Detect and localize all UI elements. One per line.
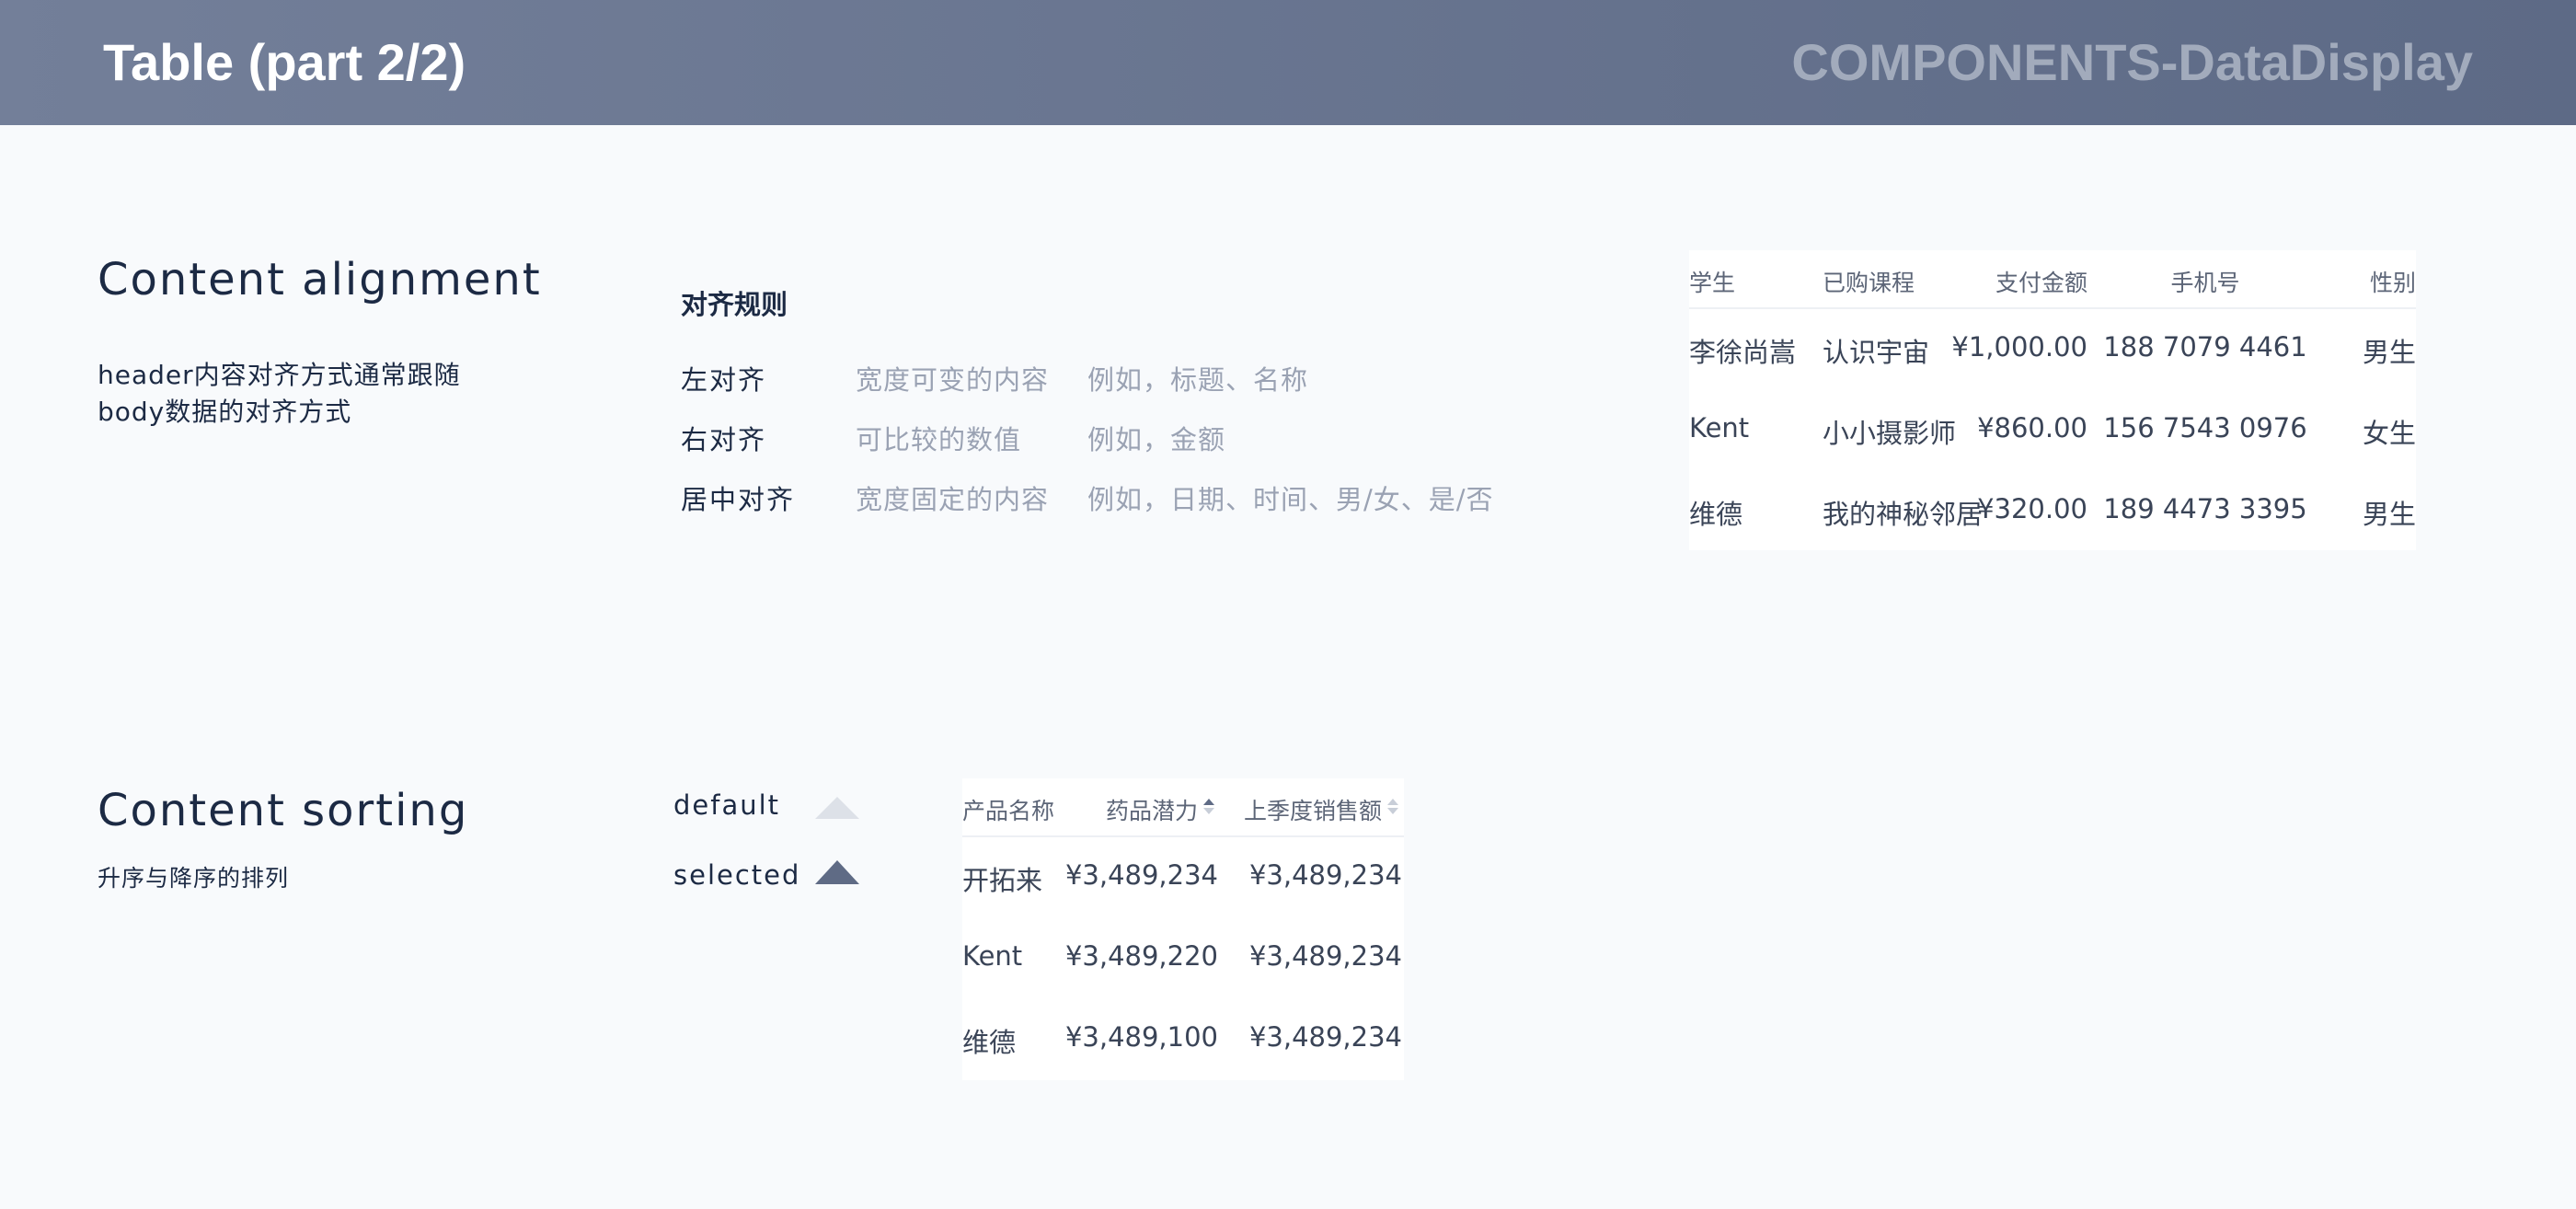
column-header-last-quarter-sales[interactable]: 上季度销售额 xyxy=(1244,793,1382,826)
column-header-phone[interactable]: 手机号 xyxy=(2099,265,2311,298)
cell-product: 维德 xyxy=(962,1027,1017,1058)
column-header-course[interactable]: 已购课程 xyxy=(1823,265,1915,298)
cell-potential: ¥3,489,234 xyxy=(1064,859,1218,891)
cell-amount: ¥320.00 xyxy=(1977,493,2087,524)
cell-gender: 女生 xyxy=(2362,418,2416,449)
sort-default-label: default xyxy=(673,789,781,821)
alignment-desc: header内容对齐方式通常跟随 body数据的对齐方式 xyxy=(98,357,461,431)
cell-course: 认识宇宙 xyxy=(1823,337,1930,368)
sort-default-triangle-icon xyxy=(815,797,859,819)
sort-ascending-icon[interactable] xyxy=(1203,799,1214,817)
cell-student: Kent xyxy=(1689,412,1750,443)
cell-sales: ¥3,489,234 xyxy=(1248,940,1402,972)
cell-student: 李徐尚嵩 xyxy=(1689,337,1797,368)
cell-sales: ¥3,489,234 xyxy=(1248,1021,1402,1053)
cell-phone: 189 4473 3395 xyxy=(2103,493,2307,524)
rule-row-left: 左对齐 宽度可变的内容 例如，标题、名称 xyxy=(681,362,1601,398)
rule-desc: 可比较的数值 xyxy=(856,424,1022,455)
header-banner: Table (part 2/2) COMPONENTS-DataDisplay xyxy=(0,0,2576,125)
cell-potential: ¥3,489,100 xyxy=(1064,1021,1218,1053)
column-header-gender[interactable]: 性别 xyxy=(2370,265,2416,298)
cell-potential: ¥3,489,220 xyxy=(1064,940,1218,972)
rule-desc: 宽度固定的内容 xyxy=(856,484,1050,515)
cell-phone: 156 7543 0976 xyxy=(2103,412,2307,443)
sort-unsorted-icon[interactable] xyxy=(1387,799,1398,817)
rule-example: 例如，金额 xyxy=(1087,424,1226,455)
rules-title: 对齐规则 xyxy=(681,289,788,320)
sort-selected-label: selected xyxy=(673,859,801,891)
rule-row-right: 右对齐 可比较的数值 例如，金额 xyxy=(681,421,1601,458)
column-header-student[interactable]: 学生 xyxy=(1689,265,1735,298)
cell-sales: ¥3,489,234 xyxy=(1248,859,1402,891)
cell-student: 维德 xyxy=(1689,499,1743,530)
cell-gender: 男生 xyxy=(2362,499,2416,530)
sorting-table: 产品名称 药品潜力 上季度销售额 开拓来 ¥3,489,234 ¥3,489,2… xyxy=(962,778,1404,1080)
cell-product: 开拓来 xyxy=(962,865,1043,896)
rule-desc: 宽度可变的内容 xyxy=(856,364,1050,396)
alignment-desc-line2: body数据的对齐方式 xyxy=(98,397,352,427)
rule-label: 居中对齐 xyxy=(681,484,796,515)
cell-phone: 188 7079 4461 xyxy=(2103,331,2307,363)
sorting-desc: 升序与降序的排列 xyxy=(98,865,290,892)
column-header-amount[interactable]: 支付金额 xyxy=(1995,265,2087,298)
rule-example: 例如，标题、名称 xyxy=(1087,364,1309,396)
sort-selected-triangle-icon xyxy=(815,860,859,884)
table-header-row: 学生 已购课程 支付金额 手机号 性别 xyxy=(1689,250,2416,309)
alignment-desc-line1: header内容对齐方式通常跟随 xyxy=(98,360,461,390)
cell-amount: ¥860.00 xyxy=(1977,412,2087,443)
cell-course: 小小摄影师 xyxy=(1823,418,1957,449)
column-header-potential[interactable]: 药品潜力 xyxy=(1106,793,1198,826)
alignment-title: Content alignment xyxy=(98,254,542,305)
sorting-title: Content sorting xyxy=(98,785,469,836)
cell-gender: 男生 xyxy=(2362,337,2416,368)
alignment-table: 学生 已购课程 支付金额 手机号 性别 李徐尚嵩 认识宇宙 ¥1,000.00 … xyxy=(1689,250,2416,550)
table-header-row: 产品名称 药品潜力 上季度销售额 xyxy=(962,778,1404,837)
rule-label: 右对齐 xyxy=(681,424,767,455)
rule-example: 例如，日期、时间、男/女、是/否 xyxy=(1087,484,1494,515)
cell-course: 我的神秘邻居 xyxy=(1823,499,1984,530)
page-title: Table (part 2/2) xyxy=(103,33,466,91)
rule-row-center: 居中对齐 宽度固定的内容 例如，日期、时间、男/女、是/否 xyxy=(681,481,1601,518)
rule-label: 左对齐 xyxy=(681,364,767,396)
section-title: COMPONENTS-DataDisplay xyxy=(1791,33,2473,91)
column-header-product[interactable]: 产品名称 xyxy=(962,793,1054,826)
cell-amount: ¥1,000.00 xyxy=(1951,331,2087,363)
cell-product: Kent xyxy=(962,940,1023,972)
